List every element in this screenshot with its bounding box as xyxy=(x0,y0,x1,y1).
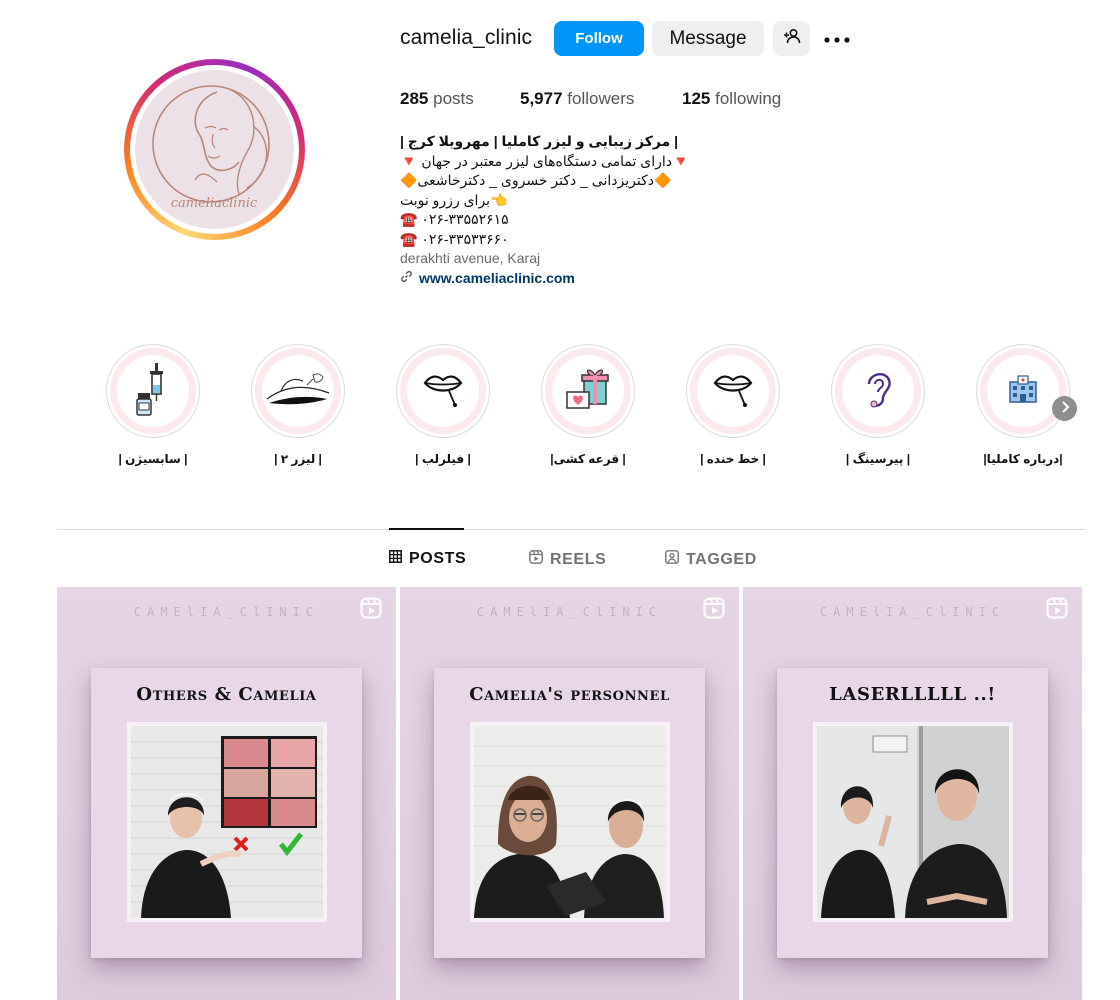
more-options-button[interactable] xyxy=(820,24,854,54)
bio-line-doctors: 🔶دکتریزدانی _ دکتر خسروی _ دکترخاشعی🔶 xyxy=(400,172,672,188)
highlight-cover xyxy=(831,344,925,438)
bio-phone-1: ☎️ ۰۲۶-۳۳۵۵۲۶۱۵ xyxy=(400,211,509,227)
following-count: 125 xyxy=(682,89,711,108)
tab-posts[interactable]: POSTS xyxy=(389,550,466,568)
posts-stat: 285 posts xyxy=(400,89,474,109)
tab-tagged[interactable]: TAGGED xyxy=(665,550,757,569)
highlight-laser-2[interactable]: | لیزر ۲ | xyxy=(251,344,345,466)
profile-avatar-ring[interactable]: cameliaclinic xyxy=(124,59,305,240)
highlight-about-camelia[interactable]: |درباره کاملیا| xyxy=(976,344,1070,466)
suggested-accounts-button[interactable] xyxy=(773,21,810,56)
followers-label: followers xyxy=(567,89,635,108)
followers-count: 5,977 xyxy=(520,89,563,108)
posts-count: 285 xyxy=(400,89,429,108)
post-card: Camelia's personnel xyxy=(434,668,705,958)
post-watermark: CAMElIA_ClINIC xyxy=(476,605,663,619)
profile-username: camelia_clinic xyxy=(400,26,533,49)
tabs-divider xyxy=(57,529,1085,530)
post-card: Others & Camelia xyxy=(91,668,362,958)
highlight-cover xyxy=(396,344,490,438)
highlights-next-button[interactable] xyxy=(1052,396,1077,421)
chevron-right-icon xyxy=(1060,400,1070,418)
reel-icon xyxy=(1046,597,1068,624)
follow-button[interactable]: Follow xyxy=(554,21,644,56)
highlight-subcision[interactable]: | سابسیژن | xyxy=(106,344,200,466)
highlight-label: | پیرسینگ | xyxy=(845,452,911,466)
highlight-cover xyxy=(541,344,635,438)
add-person-icon xyxy=(783,27,801,50)
highlight-smile-line[interactable]: | خط خنده | xyxy=(686,344,780,466)
following-label: following xyxy=(715,89,782,108)
highlight-label: | فیلرلب | xyxy=(415,452,471,466)
lips-icon xyxy=(421,369,465,414)
highlight-lip-filler[interactable]: | فیلرلب | xyxy=(396,344,490,466)
tagged-icon xyxy=(665,550,679,569)
highlight-cover xyxy=(976,344,1070,438)
reel-icon xyxy=(360,597,382,624)
post-photo xyxy=(813,722,1013,922)
post-tile[interactable]: CAMElIA_ClINIC Others & Camelia xyxy=(57,587,396,1000)
post-photo xyxy=(127,722,327,922)
tab-posts-label: POSTS xyxy=(409,550,467,567)
reel-icon xyxy=(703,597,725,624)
highlight-piercing[interactable]: | پیرسینگ | xyxy=(831,344,925,466)
highlight-cover xyxy=(251,344,345,438)
tab-reels[interactable]: REELS xyxy=(529,550,606,569)
gift-icon xyxy=(564,366,612,417)
post-headline: Camelia's personnel xyxy=(469,684,670,705)
link-icon xyxy=(400,269,413,289)
highlight-label: | خط خنده | xyxy=(700,452,766,466)
reels-icon xyxy=(529,550,543,569)
highlight-label: |درباره کاملیا| xyxy=(983,452,1063,466)
highlight-label: | قرعه کشی| xyxy=(550,452,626,466)
post-tile[interactable]: CAMElIA_ClINIC LASERLLLLL ..! xyxy=(743,587,1082,1000)
profile-avatar[interactable]: cameliaclinic xyxy=(130,65,299,234)
avatar-logo-text: cameliaclinic xyxy=(171,196,258,211)
highlight-cover xyxy=(106,344,200,438)
grid-icon xyxy=(389,550,402,568)
active-tab-indicator xyxy=(389,528,464,530)
website-text: www.cameliaclinic.com xyxy=(419,269,575,286)
post-tile[interactable]: CAMElIA_ClINIC Camelia's personnel xyxy=(400,587,739,1000)
following-stat[interactable]: 125 following xyxy=(682,89,781,109)
bio-phone-2: ☎️ ۰۲۶-۳۳۵۳۳۶۶۰ xyxy=(400,230,509,247)
lips-icon xyxy=(711,369,755,414)
more-dots-icon xyxy=(824,30,850,48)
building-icon xyxy=(1007,374,1039,409)
post-watermark: CAMElIA_ClINIC xyxy=(133,605,320,619)
tab-tagged-label: TAGGED xyxy=(686,550,757,568)
bio-website-link[interactable]: www.cameliaclinic.com xyxy=(400,269,730,289)
bio-line-devices: 🔻دارای تمامی دستگاه‌های لیزر معتبر در جه… xyxy=(400,152,690,169)
bio-address: derakhti avenue, Karaj xyxy=(400,250,541,266)
post-headline: LASERLLLLL ..! xyxy=(829,684,996,705)
followers-stat[interactable]: 5,977 followers xyxy=(520,89,634,109)
highlight-label: | لیزر ۲ | xyxy=(274,452,322,466)
highlight-giveaway[interactable]: | قرعه کشی| xyxy=(541,344,635,466)
post-card: LASERLLLLL ..! xyxy=(777,668,1048,958)
post-watermark: CAMElIA_ClINIC xyxy=(819,605,1006,619)
posts-label: posts xyxy=(433,89,474,108)
tab-reels-label: REELS xyxy=(550,550,607,568)
post-headline: Others & Camelia xyxy=(136,684,317,705)
profile-bio: | مرکز زیبایی و لیزر کاملیا | مهرویلا کر… xyxy=(400,132,730,288)
ear-icon xyxy=(861,368,895,415)
laser-legs-icon xyxy=(263,369,333,414)
syringe-icon xyxy=(135,361,171,422)
bio-line-booking: 👈برای رزرو نوبت xyxy=(400,191,508,208)
clinic-logo: cameliaclinic xyxy=(135,70,294,229)
message-button[interactable]: Message xyxy=(652,21,764,56)
post-photo xyxy=(470,722,670,922)
highlight-cover xyxy=(686,344,780,438)
bio-title: | مرکز زیبایی و لیزر کاملیا | مهرویلا کر… xyxy=(400,133,679,149)
highlight-label: | سابسیژن | xyxy=(118,452,188,466)
